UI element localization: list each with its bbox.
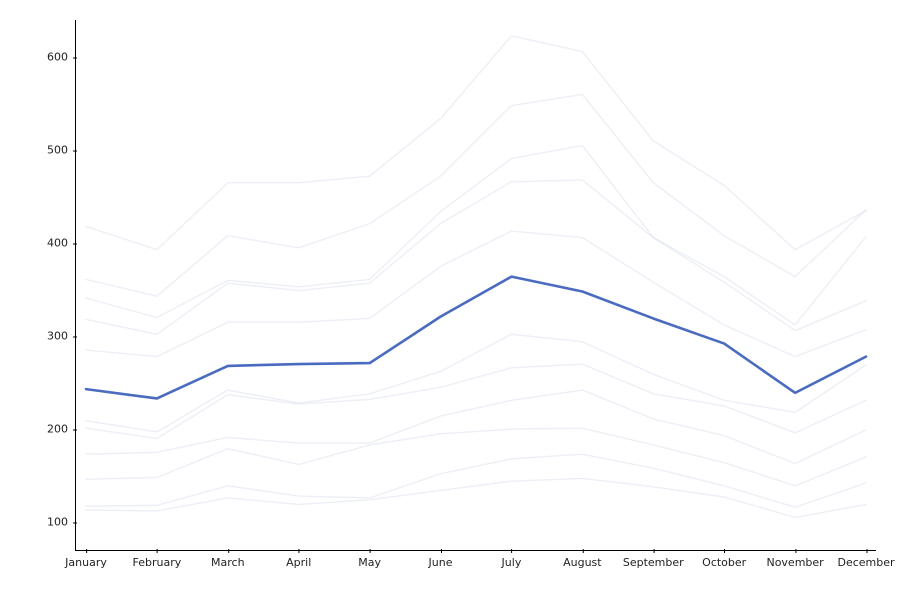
- y-tick-label: 400: [47, 237, 76, 250]
- y-tick-label: 600: [47, 51, 76, 64]
- x-tick-label: July: [502, 550, 522, 569]
- axes-area: 100 200 300 400 500 600 January February…: [75, 20, 876, 551]
- y-tick-label: 300: [47, 330, 76, 343]
- x-tick-label: October: [702, 550, 746, 569]
- y-tick-label: 200: [47, 423, 76, 436]
- background-line: [86, 478, 866, 517]
- background-line: [86, 36, 866, 250]
- x-tick-label: January: [65, 550, 107, 569]
- x-tick-label: June: [429, 550, 453, 569]
- x-tick-label: September: [623, 550, 684, 569]
- x-tick-label: August: [563, 550, 602, 569]
- x-tick-label: April: [286, 550, 311, 569]
- x-tick-label: December: [837, 550, 894, 569]
- background-line: [86, 390, 866, 463]
- chart-figure: 100 200 300 400 500 600 January February…: [0, 0, 900, 605]
- background-line: [86, 364, 866, 438]
- highlight-line: [86, 277, 866, 399]
- x-tick-label: May: [358, 550, 381, 569]
- background-line: [86, 454, 866, 507]
- y-tick-label: 500: [47, 144, 76, 157]
- x-tick-label: November: [766, 550, 823, 569]
- background-line: [86, 428, 866, 486]
- plot-svg: [76, 20, 876, 550]
- x-tick-label: February: [133, 550, 182, 569]
- background-line: [86, 334, 866, 432]
- x-tick-label: March: [211, 550, 245, 569]
- background-line: [86, 94, 866, 296]
- y-tick-label: 100: [47, 516, 76, 529]
